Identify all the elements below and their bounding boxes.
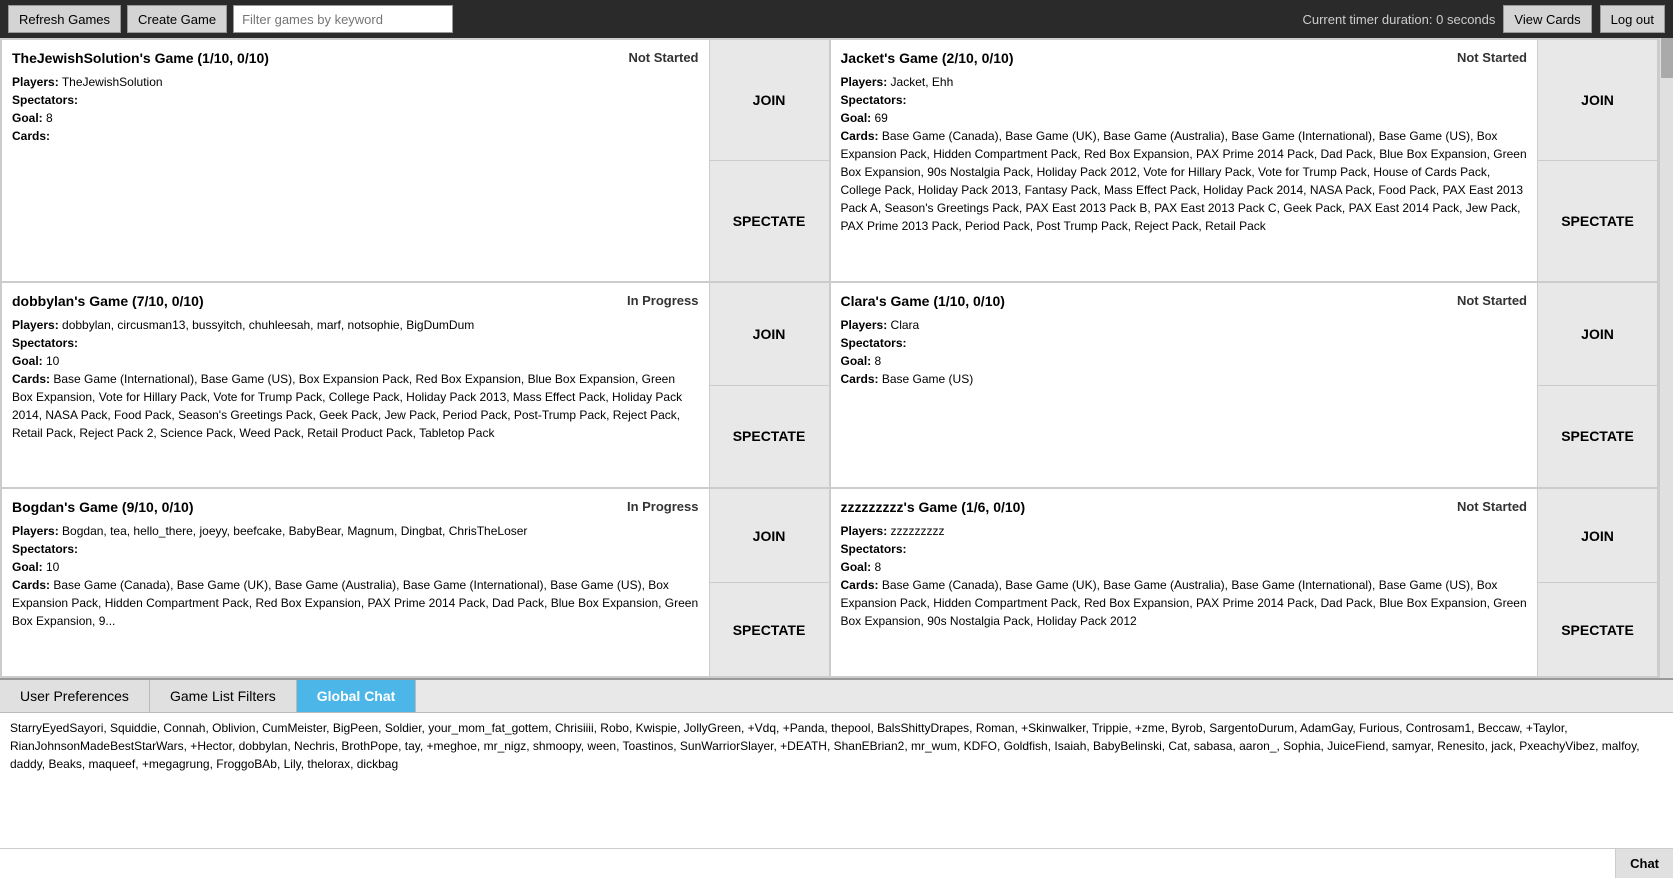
game-actions: JOIN SPECTATE bbox=[709, 283, 829, 488]
game-players: Players: Bogdan, tea, hello_there, joeyy… bbox=[12, 522, 699, 540]
game-cards: Cards: Base Game (Canada), Base Game (UK… bbox=[841, 576, 1528, 630]
join-button[interactable]: JOIN bbox=[710, 283, 829, 386]
game-card: dobbylan's Game (7/10, 0/10) In Progress… bbox=[1, 282, 830, 489]
spectate-button[interactable]: SPECTATE bbox=[1538, 161, 1657, 281]
game-goal: Goal: 69 bbox=[841, 109, 1528, 127]
game-goal: Goal: 10 bbox=[12, 352, 699, 370]
chat-content: StarryEyedSayori, Squiddie, Connah, Obli… bbox=[0, 713, 1673, 848]
tab-user-preferences[interactable]: User Preferences bbox=[0, 680, 150, 712]
game-info: Bogdan's Game (9/10, 0/10) In Progress P… bbox=[2, 489, 709, 676]
game-spectators: Spectators: bbox=[841, 91, 1528, 109]
header-right: Current timer duration: 0 seconds View C… bbox=[1302, 5, 1665, 33]
game-card: TheJewishSolution's Game (1/10, 0/10) No… bbox=[1, 39, 830, 282]
game-players: Players: TheJewishSolution bbox=[12, 73, 699, 91]
tab-global-chat[interactable]: Global Chat bbox=[297, 680, 417, 712]
game-card: Jacket's Game (2/10, 0/10) Not Started P… bbox=[830, 39, 1659, 282]
game-spectators: Spectators: bbox=[12, 91, 699, 109]
game-cards: Cards: Base Game (Canada), Base Game (UK… bbox=[12, 576, 699, 630]
game-title: dobbylan's Game (7/10, 0/10) In Progress bbox=[12, 291, 699, 312]
game-info: Clara's Game (1/10, 0/10) Not Started Pl… bbox=[831, 283, 1538, 488]
timer-text: Current timer duration: 0 seconds bbox=[1302, 12, 1495, 27]
game-status: Not Started bbox=[1457, 48, 1527, 68]
chat-input-row: Chat bbox=[0, 848, 1673, 878]
game-status: Not Started bbox=[628, 48, 698, 68]
view-cards-button[interactable]: View Cards bbox=[1503, 5, 1591, 33]
bottom-panel: User Preferences Game List Filters Globa… bbox=[0, 678, 1673, 878]
game-status: Not Started bbox=[1457, 291, 1527, 311]
game-card: Bogdan's Game (9/10, 0/10) In Progress P… bbox=[1, 488, 830, 677]
game-players: Players: Clara bbox=[841, 316, 1528, 334]
join-button[interactable]: JOIN bbox=[710, 40, 829, 161]
game-players: Players: dobbylan, circusman13, bussyitc… bbox=[12, 316, 699, 334]
logout-button[interactable]: Log out bbox=[1600, 5, 1665, 33]
filter-input[interactable] bbox=[233, 5, 453, 33]
spectate-button[interactable]: SPECTATE bbox=[710, 386, 829, 488]
tab-bar: User Preferences Game List Filters Globa… bbox=[0, 680, 1673, 713]
game-info: Jacket's Game (2/10, 0/10) Not Started P… bbox=[831, 40, 1538, 281]
game-cards: Cards: Base Game (Canada), Base Game (UK… bbox=[841, 127, 1528, 235]
game-cards: Cards: Base Game (International), Base G… bbox=[12, 370, 699, 442]
game-status: In Progress bbox=[627, 291, 699, 311]
join-button[interactable]: JOIN bbox=[1538, 489, 1657, 583]
game-cards: Cards: bbox=[12, 127, 699, 145]
spectate-button[interactable]: SPECTATE bbox=[710, 583, 829, 676]
games-grid: TheJewishSolution's Game (1/10, 0/10) No… bbox=[0, 38, 1659, 678]
scrollbar[interactable] bbox=[1659, 38, 1673, 678]
refresh-games-button[interactable]: Refresh Games bbox=[8, 5, 121, 33]
game-goal: Goal: 10 bbox=[12, 558, 699, 576]
scrollbar-thumb[interactable] bbox=[1661, 38, 1673, 78]
tab-game-list-filters[interactable]: Game List Filters bbox=[150, 680, 297, 712]
game-actions: JOIN SPECTATE bbox=[1537, 489, 1657, 676]
game-spectators: Spectators: bbox=[12, 334, 699, 352]
create-game-button[interactable]: Create Game bbox=[127, 5, 227, 33]
game-info: TheJewishSolution's Game (1/10, 0/10) No… bbox=[2, 40, 709, 281]
game-info: zzzzzzzzz's Game (1/6, 0/10) Not Started… bbox=[831, 489, 1538, 676]
game-actions: JOIN SPECTATE bbox=[709, 489, 829, 676]
game-card: zzzzzzzzz's Game (1/6, 0/10) Not Started… bbox=[830, 488, 1659, 677]
game-title: Clara's Game (1/10, 0/10) Not Started bbox=[841, 291, 1528, 312]
game-card: Clara's Game (1/10, 0/10) Not Started Pl… bbox=[830, 282, 1659, 489]
spectate-button[interactable]: SPECTATE bbox=[710, 161, 829, 281]
join-button[interactable]: JOIN bbox=[1538, 40, 1657, 161]
main-content: TheJewishSolution's Game (1/10, 0/10) No… bbox=[0, 38, 1673, 678]
join-button[interactable]: JOIN bbox=[1538, 283, 1657, 386]
game-actions: JOIN SPECTATE bbox=[1537, 283, 1657, 488]
game-players: Players: Jacket, Ehh bbox=[841, 73, 1528, 91]
game-actions: JOIN SPECTATE bbox=[709, 40, 829, 281]
game-title: zzzzzzzzz's Game (1/6, 0/10) Not Started bbox=[841, 497, 1528, 518]
game-spectators: Spectators: bbox=[841, 540, 1528, 558]
game-title: Bogdan's Game (9/10, 0/10) In Progress bbox=[12, 497, 699, 518]
game-goal: Goal: 8 bbox=[841, 558, 1528, 576]
chat-messages: StarryEyedSayori, Squiddie, Connah, Obli… bbox=[10, 721, 1640, 771]
game-spectators: Spectators: bbox=[12, 540, 699, 558]
chat-send-button[interactable]: Chat bbox=[1615, 849, 1673, 878]
game-actions: JOIN SPECTATE bbox=[1537, 40, 1657, 281]
spectate-button[interactable]: SPECTATE bbox=[1538, 583, 1657, 676]
spectate-button[interactable]: SPECTATE bbox=[1538, 386, 1657, 488]
game-spectators: Spectators: bbox=[841, 334, 1528, 352]
game-goal: Goal: 8 bbox=[12, 109, 699, 127]
game-status: In Progress bbox=[627, 497, 699, 517]
chat-input[interactable] bbox=[0, 849, 1615, 878]
game-cards: Cards: Base Game (US) bbox=[841, 370, 1528, 388]
game-goal: Goal: 8 bbox=[841, 352, 1528, 370]
join-button[interactable]: JOIN bbox=[710, 489, 829, 583]
header: Refresh Games Create Game Current timer … bbox=[0, 0, 1673, 38]
game-title: Jacket's Game (2/10, 0/10) Not Started bbox=[841, 48, 1528, 69]
game-status: Not Started bbox=[1457, 497, 1527, 517]
game-title: TheJewishSolution's Game (1/10, 0/10) No… bbox=[12, 48, 699, 69]
game-info: dobbylan's Game (7/10, 0/10) In Progress… bbox=[2, 283, 709, 488]
game-players: Players: zzzzzzzzz bbox=[841, 522, 1528, 540]
